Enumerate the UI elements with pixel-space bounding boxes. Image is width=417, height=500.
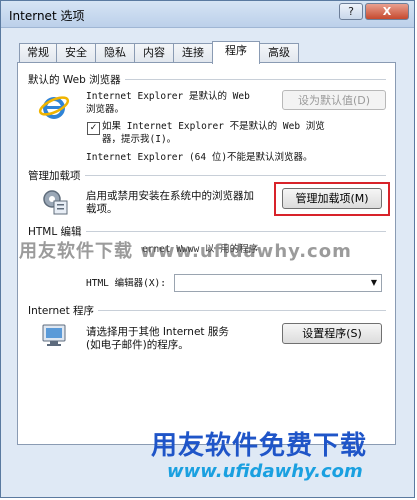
addons-desc-line2: 载项。 [86, 203, 118, 215]
tab-general[interactable]: 常规 [19, 43, 57, 62]
watermark-brand: 用友软件免费下载 [151, 431, 368, 461]
internet-programs-desc-line2: (如电子邮件)的程序。 [86, 339, 189, 351]
internet-programs-heading: Internet 程序 [28, 303, 99, 318]
window-title: Internet 选项 [9, 9, 85, 23]
html-editor-label: HTML 编辑器(X): [86, 278, 166, 289]
internet-programs-desc-line1: 请选择用于其他 Internet 服务 [86, 326, 229, 338]
default-browser-heading: 默认的 Web 浏览器 [28, 72, 125, 87]
title-bar: Internet 选项 ? X [1, 1, 414, 28]
prompt-default-label-line2: 器，提示我(I)。 [102, 134, 177, 145]
addons-gear-icon [43, 190, 68, 215]
manage-addons-button[interactable]: 管理加载项(M) [282, 188, 382, 209]
close-button[interactable]: X [365, 3, 409, 20]
programs-icon [42, 324, 66, 346]
prompt-default-label-line1: 如果 Internet Explorer 不是默认的 Web 浏览 [102, 121, 325, 132]
ie-default-status-line1: Internet Explorer 是默认的 Web [86, 91, 250, 102]
internet-options-window: Internet 选项 ? X 常规 安全 隐私 内容 连接 程序 高级 默认的… [0, 0, 415, 498]
internet-programs-group: Internet 程序 [28, 303, 386, 318]
watermark-overlay: 用友软件下载 www.ufidawhy.com [19, 241, 352, 262]
tab-content[interactable]: 内容 [134, 43, 174, 62]
set-programs-button[interactable]: 设置程序(S) [282, 323, 382, 344]
tab-advanced[interactable]: 高级 [259, 43, 299, 62]
watermark-url: www.ufidawhy.com [167, 461, 363, 482]
addons-desc-line1: 启用或禁用安装在系统中的浏览器加 [86, 190, 254, 202]
help-button[interactable]: ? [339, 3, 363, 20]
html-editor-select[interactable]: ▼ [174, 274, 382, 292]
tab-programs[interactable]: 程序 [212, 41, 260, 64]
dropdown-arrow-icon: ▼ [370, 278, 377, 287]
manage-addons-group: 管理加载项 [28, 168, 386, 183]
tab-privacy[interactable]: 隐私 [95, 43, 135, 62]
set-default-button[interactable]: 设为默认值(D) [282, 90, 386, 110]
manage-addons-heading: 管理加载项 [28, 168, 85, 183]
tab-security[interactable]: 安全 [56, 43, 96, 62]
ie64-note: Internet Explorer (64 位)不能是默认浏览器。 [86, 152, 313, 163]
default-browser-group: 默认的 Web 浏览器 [28, 72, 386, 87]
ie-default-status-line2: 浏览器。 [86, 104, 125, 115]
prompt-default-checkbox[interactable]: ✓ [87, 122, 100, 135]
ie-icon [38, 96, 70, 119]
html-editing-group: HTML 编辑 [28, 224, 386, 239]
tab-connections[interactable]: 连接 [173, 43, 213, 62]
